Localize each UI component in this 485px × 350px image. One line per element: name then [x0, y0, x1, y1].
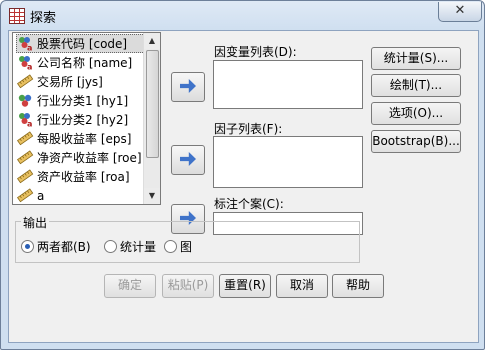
title-bar: 探索 ✕: [1, 1, 484, 31]
spss-table-icon: [9, 8, 25, 24]
list-scrollbar[interactable]: ▲ ▼: [143, 33, 160, 204]
svg-text:a: a: [27, 63, 32, 71]
close-button[interactable]: ✕: [438, 2, 482, 22]
list-item[interactable]: 资产收益率 [roa]: [16, 167, 145, 186]
factor-list-box[interactable]: [213, 136, 363, 188]
dependent-list-box[interactable]: [213, 60, 363, 109]
nominal-icon: [17, 93, 34, 108]
paste-button[interactable]: 粘贴(P): [162, 274, 214, 298]
scale-ruler-icon: [16, 169, 34, 184]
scale-ruler-icon: [16, 150, 34, 165]
list-item[interactable]: a 股票代码 [code]: [16, 34, 147, 53]
cancel-button[interactable]: 取消: [276, 274, 328, 298]
svg-text:a: a: [27, 120, 32, 128]
variable-label: 行业分类1 [hy1]: [37, 94, 129, 108]
scroll-down-arrow-icon[interactable]: ▼: [144, 188, 160, 204]
variable-list[interactable]: a 股票代码 [code] a 公司名称 [name] 交易所 [jys] 行业…: [12, 32, 161, 205]
radio-statistics[interactable]: 统计量: [104, 238, 156, 255]
move-to-dependent-button[interactable]: [171, 72, 205, 102]
radio-button-selected-icon[interactable]: [21, 240, 34, 253]
right-arrow-icon: [180, 79, 196, 93]
radio-plots[interactable]: 图: [164, 238, 192, 255]
ok-button[interactable]: 确定: [104, 274, 156, 298]
label-cases-label: 标注个案(C):: [214, 197, 284, 211]
variable-label: 股票代码 [code]: [37, 37, 128, 51]
scale-ruler-icon: [16, 74, 34, 89]
scroll-up-arrow-icon[interactable]: ▲: [144, 33, 160, 49]
plots-button[interactable]: 绘制(T)...: [371, 74, 461, 97]
help-button[interactable]: 帮助: [332, 274, 384, 298]
radio-both-label: 两者都(B): [37, 240, 91, 254]
statistics-button[interactable]: 统计量(S)...: [371, 47, 461, 70]
nominal-string-icon: a: [17, 36, 34, 53]
radio-button-icon[interactable]: [164, 240, 177, 253]
list-item[interactable]: a: [16, 186, 145, 204]
output-group-label: 输出: [21, 214, 50, 231]
right-arrow-icon: [180, 152, 196, 166]
scrollbar-thumb[interactable]: [146, 50, 159, 158]
list-item[interactable]: a 公司名称 [name]: [17, 53, 145, 72]
close-icon: ✕: [454, 3, 466, 18]
nominal-string-icon: a: [17, 112, 34, 129]
variable-label: 交易所 [jys]: [37, 75, 103, 89]
radio-both[interactable]: 两者都(B): [21, 238, 91, 255]
list-item[interactable]: 净资产收益率 [roe]: [16, 148, 145, 167]
move-to-factor-button[interactable]: [171, 145, 205, 175]
radio-button-icon[interactable]: [104, 240, 117, 253]
variable-label: 净资产收益率 [roe]: [37, 151, 142, 165]
options-button[interactable]: 选项(O)...: [371, 102, 461, 125]
variable-label: 公司名称 [name]: [37, 56, 133, 70]
nominal-string-icon: a: [17, 55, 34, 72]
scale-ruler-icon: [16, 131, 34, 146]
list-item[interactable]: 交易所 [jys]: [16, 72, 145, 91]
svg-text:a: a: [27, 44, 32, 52]
list-item[interactable]: a 行业分类2 [hy2]: [17, 110, 145, 129]
variable-label: 资产收益率 [roa]: [37, 170, 130, 184]
variable-label: 行业分类2 [hy2]: [37, 113, 129, 127]
radio-plots-label: 图: [180, 240, 193, 254]
variable-label: a: [37, 188, 45, 203]
window-title: 探索: [30, 11, 57, 26]
scale-ruler-icon: [16, 188, 34, 203]
reset-button[interactable]: 重置(R): [219, 274, 271, 298]
radio-statistics-label: 统计量: [120, 240, 157, 254]
list-item[interactable]: 每股收益率 [eps]: [16, 129, 145, 148]
dependent-list-label: 因变量列表(D):: [214, 45, 297, 59]
explore-dialog: 探索 ✕ a 股票代码 [code] a 公司名称 [name] 交易所 [jy…: [0, 0, 485, 350]
factor-list-label: 因子列表(F):: [214, 122, 283, 136]
variable-label: 每股收益率 [eps]: [37, 132, 132, 146]
bootstrap-button[interactable]: Bootstrap(B)...: [371, 130, 461, 153]
list-item[interactable]: 行业分类1 [hy1]: [17, 91, 145, 110]
